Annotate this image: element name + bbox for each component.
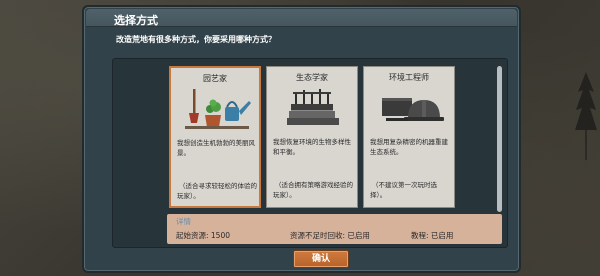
recycling-setting: 资源不足时回收: 已启用: [290, 231, 370, 240]
details-heading: 详情: [176, 217, 191, 226]
options-panel: 园艺家 我想创造生机勃勃的美丽风景。 （适合寻求较轻松的体验的玩家）。 生态学家…: [112, 58, 508, 248]
option-card-ecologist[interactable]: 生态学家 我想恢复环境的生物多样性和平衡。 （适合拥有策略游戏经验的玩家）。: [266, 66, 358, 208]
option-description: 我想创造生机勃勃的美丽风景。: [177, 139, 255, 157]
option-card-engineer[interactable]: 环境工程师 我想用复杂精密的机器重建生态系统。 （不建议第一次玩时选择）。: [363, 66, 455, 208]
gardening-tools-icon: [185, 89, 251, 129]
option-note: （适合寻求较轻松的体验的玩家）。: [177, 182, 257, 200]
dialog-title: 选择方式: [114, 14, 158, 27]
option-title: 环境工程师: [389, 73, 429, 82]
scrollbar-thumb[interactable]: [497, 66, 502, 212]
ecology-books-icon: [287, 89, 339, 125]
option-title: 园艺家: [203, 74, 227, 83]
option-description: 我想用复杂精密的机器重建生态系统。: [370, 138, 448, 156]
starting-resources: 起始资源: 1500: [176, 231, 230, 240]
dialog-prompt: 改造荒地有很多种方式，你要采用哪种方式？: [116, 35, 276, 44]
engineering-helmet-icon: [382, 98, 444, 121]
details-box: 详情 起始资源: 1500 资源不足时回收: 已启用 教程: 已启用: [167, 214, 502, 244]
option-note: （不建议第一次玩时选择）。: [370, 181, 437, 199]
option-description: 我想恢复环境的生物多样性和平衡。: [273, 138, 351, 156]
details-row: 起始资源: 1500 资源不足时回收: 已启用 教程: 已启用: [176, 230, 496, 240]
choose-mode-dialog: 选择方式 改造荒地有很多种方式，你要采用哪种方式？ 园艺家 我想创造生机勃勃的美…: [82, 5, 521, 273]
option-cards: 园艺家 我想创造生机勃勃的美丽风景。 （适合寻求较轻松的体验的玩家）。 生态学家…: [169, 66, 459, 208]
confirm-button[interactable]: 确认: [293, 250, 349, 268]
tutorial-setting: 教程: 已启用: [411, 231, 454, 240]
dialog-titlebar: 选择方式: [86, 9, 517, 27]
option-title: 生态学家: [296, 73, 328, 82]
option-note: （适合拥有策略游戏经验的玩家）。: [273, 181, 353, 199]
pine-tree-decoration: [575, 72, 597, 160]
option-card-gardener[interactable]: 园艺家 我想创造生机勃勃的美丽风景。 （适合寻求较轻松的体验的玩家）。: [169, 66, 261, 208]
options-scrollbar[interactable]: [497, 66, 502, 212]
